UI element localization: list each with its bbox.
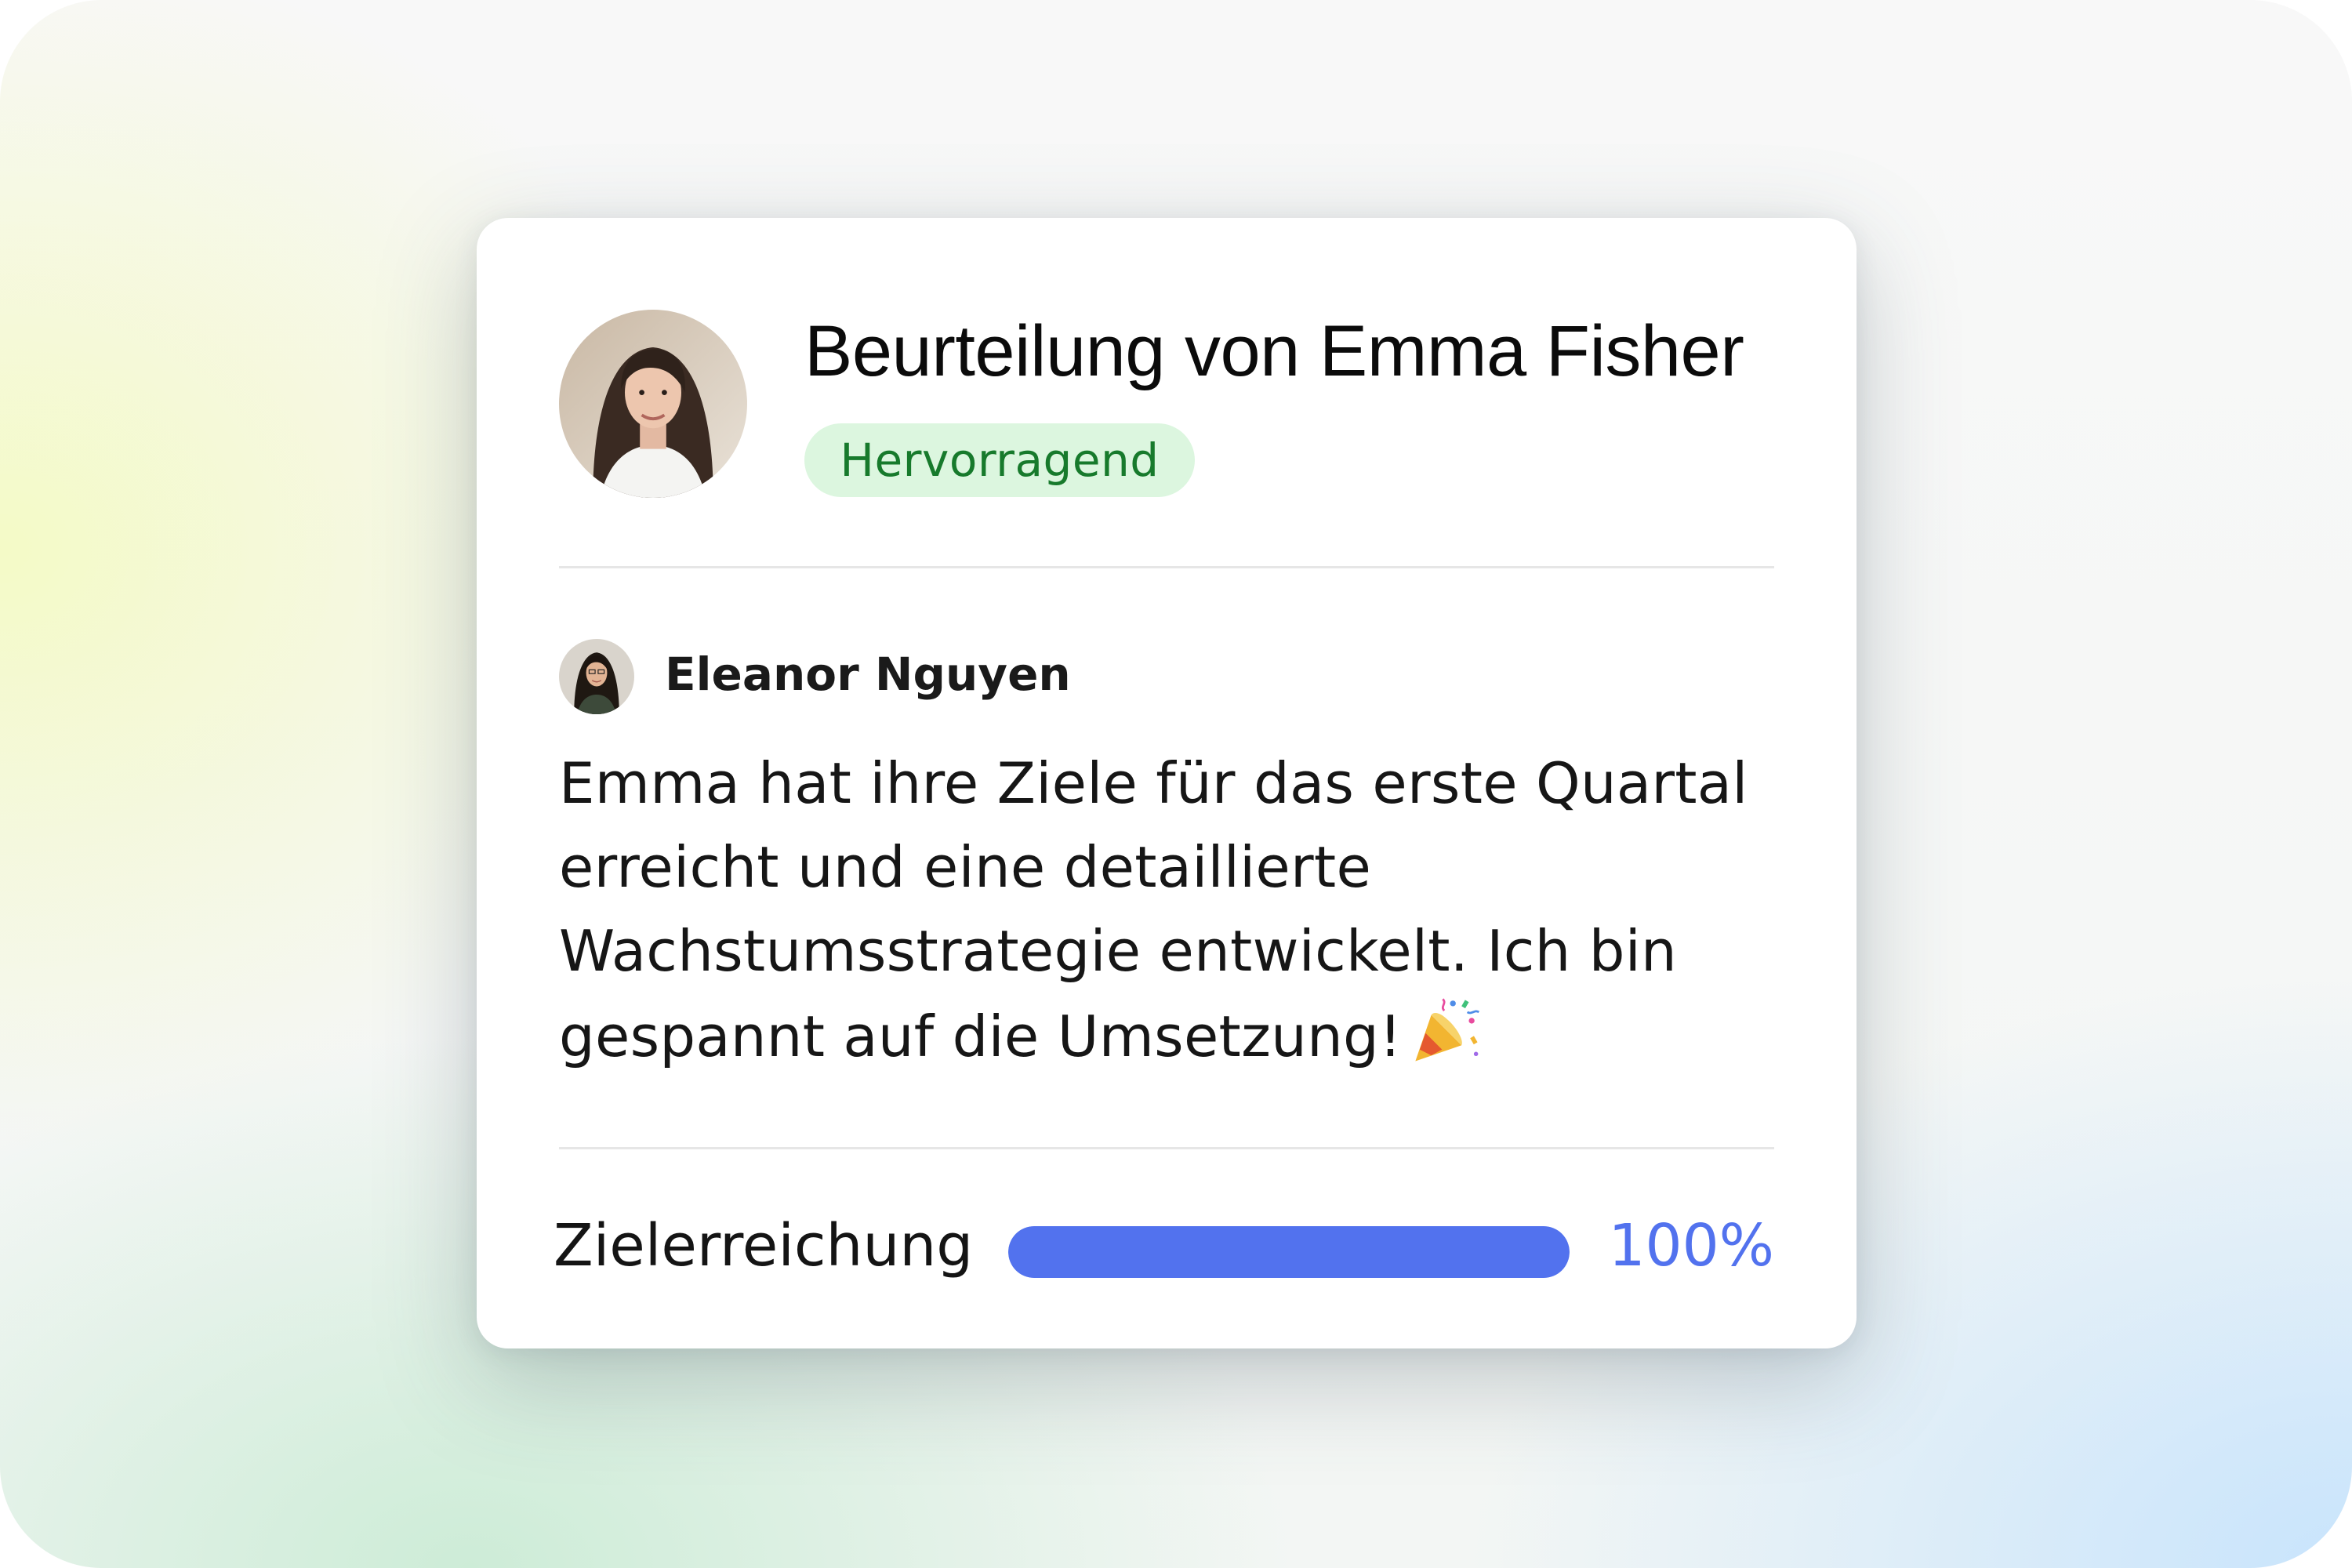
subject-avatar	[559, 310, 747, 498]
goal-progress-label: Zielerreichung	[554, 1212, 974, 1279]
footer-divider	[559, 1147, 1774, 1149]
goal-progress-fill	[1008, 1226, 1570, 1278]
review-card: Beurteilung von Emma Fisher Hervorragend…	[477, 218, 1857, 1348]
review-comment-text: Emma hat ihre Ziele für das erste Quarta…	[559, 750, 1748, 1069]
party-popper-icon	[1410, 993, 1482, 1065]
background: Beurteilung von Emma Fisher Hervorragend…	[0, 0, 2352, 1568]
review-comment: Emma hat ihre Ziele für das erste Quarta…	[559, 742, 1782, 1079]
header-divider	[559, 566, 1774, 568]
goal-progress-value: 100%	[1608, 1212, 1774, 1279]
reviewer-avatar	[559, 639, 634, 714]
person-photo-icon	[559, 639, 634, 714]
reviewer-name: Eleanor Nguyen	[665, 648, 1071, 701]
goal-progress-bar	[1008, 1226, 1570, 1278]
rating-badge: Hervorragend	[804, 423, 1195, 497]
review-title: Beurteilung von Emma Fisher	[804, 311, 1744, 391]
person-photo-icon	[559, 310, 747, 498]
